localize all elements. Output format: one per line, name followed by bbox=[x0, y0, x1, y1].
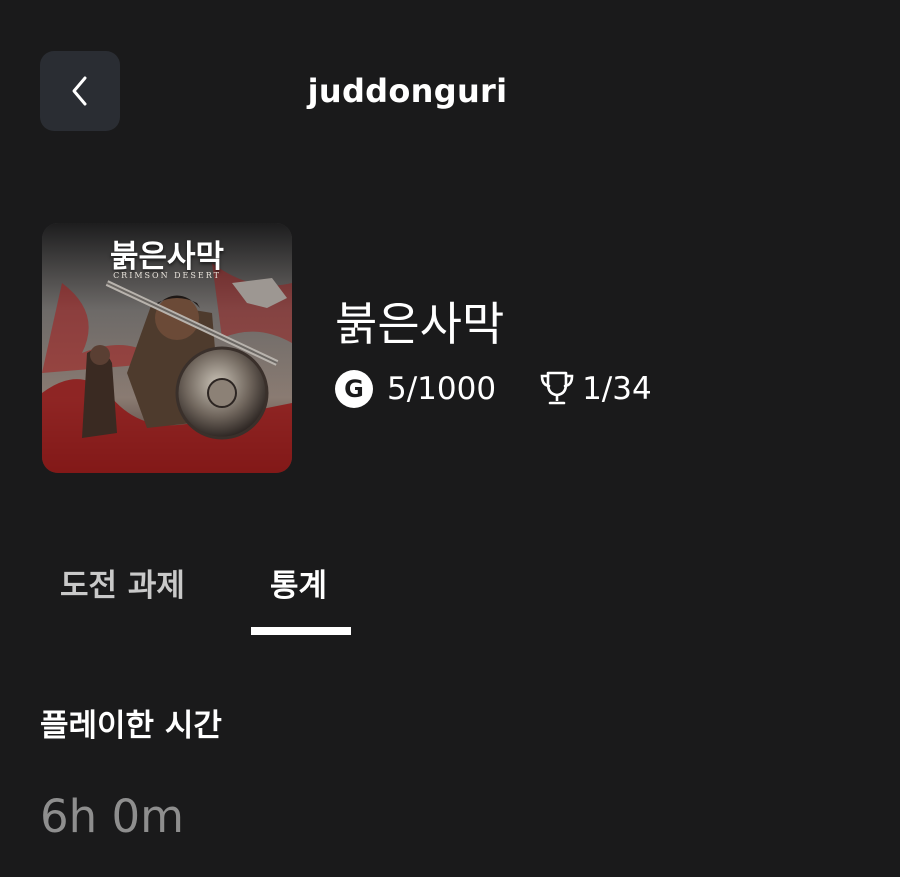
trophy-icon bbox=[538, 369, 576, 409]
profile-name: juddonguri bbox=[307, 72, 508, 110]
playtime-value: 6h 0m bbox=[40, 790, 184, 843]
cover-title: 붉은사막 bbox=[109, 239, 225, 275]
gamerscore-value: 5/1000 bbox=[387, 371, 497, 407]
playtime-heading: 플레이한 시간 bbox=[40, 708, 222, 744]
tab-statistics[interactable]: 통계 bbox=[270, 560, 327, 605]
back-button[interactable] bbox=[40, 51, 120, 131]
game-cover-art[interactable]: 붉은사막 CRIMSON DESERT bbox=[42, 223, 292, 473]
game-progress-row: G 5/1000 1/34 bbox=[335, 368, 652, 410]
achievements-count: 1/34 bbox=[582, 371, 652, 407]
cover-subtitle: CRIMSON DESERT bbox=[113, 271, 221, 280]
game-title: 붉은사막 bbox=[335, 297, 505, 351]
chevron-left-icon bbox=[72, 76, 87, 106]
gamerscore-icon: G bbox=[335, 370, 373, 408]
active-tab-indicator bbox=[251, 627, 351, 635]
tab-bar: 도전 과제 통계 bbox=[0, 560, 900, 640]
tab-achievements[interactable]: 도전 과제 bbox=[60, 560, 185, 605]
